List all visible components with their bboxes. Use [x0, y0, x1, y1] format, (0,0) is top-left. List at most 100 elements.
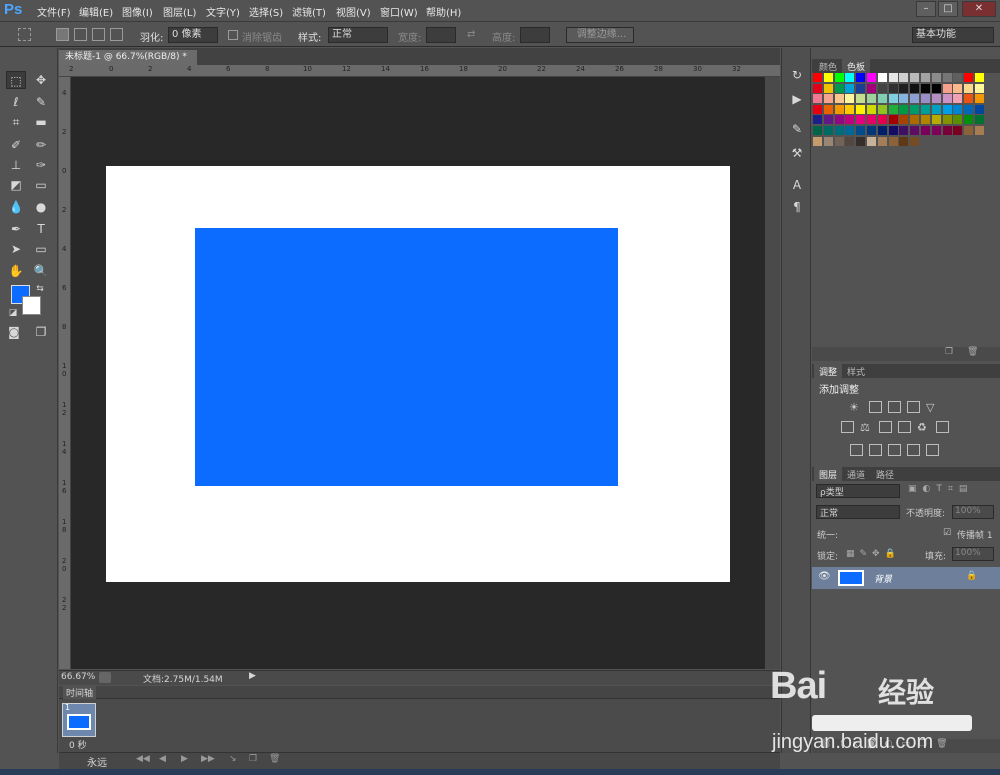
color-swatch[interactable] — [877, 83, 887, 93]
color-swatch[interactable] — [823, 73, 833, 82]
tab-channels[interactable]: 通道 — [842, 467, 870, 481]
duplicate-frame-icon[interactable]: ❐ — [249, 754, 257, 764]
brush-heal-icon[interactable]: ✐ — [6, 136, 26, 154]
propagate-frame-checkbox[interactable]: ☑ — [943, 528, 951, 538]
color-swatch[interactable] — [856, 73, 866, 82]
character-icon[interactable]: A — [789, 178, 805, 192]
hue-saturation-icon[interactable] — [841, 421, 854, 433]
color-swatch[interactable] — [964, 83, 974, 93]
swap-icon[interactable]: ⇄ — [467, 29, 475, 40]
add-selection-icon[interactable] — [74, 28, 87, 41]
brightness-icon[interactable]: ☀ — [849, 401, 862, 414]
document-tab[interactable]: 未标题-1 @ 66.7%(RGB/8) * × — [59, 50, 197, 77]
color-swatch[interactable] — [964, 94, 974, 104]
color-swatch[interactable] — [834, 126, 844, 135]
blend-mode-select[interactable]: 正常 — [816, 505, 900, 519]
color-swatch[interactable] — [813, 73, 822, 82]
ruler-tool-icon[interactable]: ▬ — [31, 113, 51, 131]
document-canvas[interactable] — [106, 166, 730, 582]
color-swatch[interactable] — [899, 136, 909, 146]
color-swatch[interactable] — [877, 126, 887, 135]
color-swatch[interactable] — [813, 104, 822, 114]
color-swatch[interactable] — [910, 83, 920, 93]
type-tool-icon[interactable]: T — [31, 220, 51, 238]
color-swatch[interactable] — [899, 73, 909, 82]
color-swatch[interactable] — [964, 115, 974, 125]
new-swatch-icon[interactable]: ❐ — [945, 347, 953, 357]
zoom-tool-icon[interactable]: 🔍 — [31, 262, 51, 280]
color-swatch[interactable] — [931, 73, 941, 82]
color-swatch[interactable] — [931, 104, 941, 114]
color-swatch[interactable] — [834, 104, 844, 114]
tab-adjustments[interactable]: 调整 — [814, 364, 843, 378]
tab-layers[interactable]: 图层 — [814, 467, 843, 481]
color-balance-icon[interactable]: ⚖ — [860, 421, 873, 434]
lock-icons[interactable]: ▦✎✥🔒 — [846, 549, 901, 559]
color-swatch[interactable] — [975, 73, 984, 82]
move-tool-icon[interactable]: ✥ — [31, 71, 51, 89]
color-swatch[interactable] — [931, 126, 941, 135]
color-swatch[interactable] — [975, 83, 984, 93]
menu-file[interactable]: 文件(F) — [37, 4, 71, 19]
posterize-icon[interactable] — [869, 444, 882, 456]
color-swatch[interactable] — [942, 115, 952, 125]
color-swatch[interactable] — [845, 115, 855, 125]
color-swatch[interactable] — [823, 104, 833, 114]
workspace-select[interactable]: 基本功能 — [912, 27, 994, 43]
color-swatch[interactable] — [910, 136, 920, 146]
color-swatch[interactable] — [856, 115, 866, 125]
color-swatch[interactable] — [845, 126, 855, 135]
color-swatch[interactable] — [823, 136, 833, 146]
menu-help[interactable]: 帮助(H) — [426, 4, 461, 19]
eraser-tool-icon[interactable]: ◩ — [6, 176, 26, 194]
color-swatch[interactable] — [975, 126, 984, 135]
color-swatch[interactable] — [888, 94, 898, 104]
color-swatch[interactable] — [953, 73, 963, 82]
color-swatch[interactable] — [899, 115, 909, 125]
color-swatch[interactable] — [867, 136, 876, 146]
opacity-input[interactable]: 100% — [952, 505, 994, 519]
antialias-checkbox[interactable] — [228, 30, 238, 40]
brush-presets-icon[interactable]: ✎ — [789, 122, 805, 136]
color-swatch[interactable] — [856, 83, 866, 93]
color-swatch[interactable] — [910, 115, 920, 125]
color-swatch[interactable] — [867, 104, 876, 114]
intersect-selection-icon[interactable] — [110, 28, 123, 41]
color-swatch[interactable] — [845, 104, 855, 114]
next-frame-icon[interactable]: ▶▶ — [201, 754, 215, 764]
color-swatch[interactable] — [813, 83, 822, 93]
color-swatch[interactable] — [867, 115, 876, 125]
color-swatch[interactable] — [921, 73, 930, 82]
visibility-eye-icon[interactable]: 👁 — [818, 571, 831, 582]
marquee-preset-icon[interactable] — [18, 28, 31, 41]
color-swatch[interactable] — [834, 83, 844, 93]
quick-select-icon[interactable]: ✎ — [31, 93, 51, 111]
color-swatch[interactable] — [964, 104, 974, 114]
color-swatch[interactable] — [845, 136, 855, 146]
color-swatch[interactable] — [964, 126, 974, 135]
color-swatch[interactable] — [931, 115, 941, 125]
color-swatch[interactable] — [931, 83, 941, 93]
tween-icon[interactable]: ↘ — [229, 754, 237, 764]
actions-icon[interactable]: ▶ — [789, 92, 805, 106]
color-swatch[interactable] — [942, 94, 952, 104]
color-swatch[interactable] — [910, 126, 920, 135]
pen-tool-icon[interactable]: ✒ — [6, 220, 26, 238]
menu-window[interactable]: 窗口(W) — [380, 4, 418, 19]
color-swatch[interactable] — [899, 126, 909, 135]
color-lookup-icon[interactable] — [936, 421, 949, 433]
menu-filter[interactable]: 滤镜(T) — [292, 4, 326, 19]
color-swatch[interactable] — [856, 136, 866, 146]
color-swatch[interactable] — [921, 115, 930, 125]
stamp-tool-icon[interactable]: ⊥ — [6, 156, 26, 174]
color-swatch[interactable] — [975, 104, 984, 114]
style-select[interactable]: 正常 — [328, 27, 388, 43]
color-swatch[interactable] — [888, 104, 898, 114]
first-frame-icon[interactable]: ◀◀ — [136, 754, 150, 764]
swap-colors-icon[interactable]: ⇆ — [30, 280, 50, 298]
color-swatch[interactable] — [910, 73, 920, 82]
invert-icon[interactable] — [850, 444, 863, 456]
menu-view[interactable]: 视图(V) — [336, 4, 371, 19]
color-swatch[interactable] — [845, 73, 855, 82]
color-swatch[interactable] — [856, 104, 866, 114]
